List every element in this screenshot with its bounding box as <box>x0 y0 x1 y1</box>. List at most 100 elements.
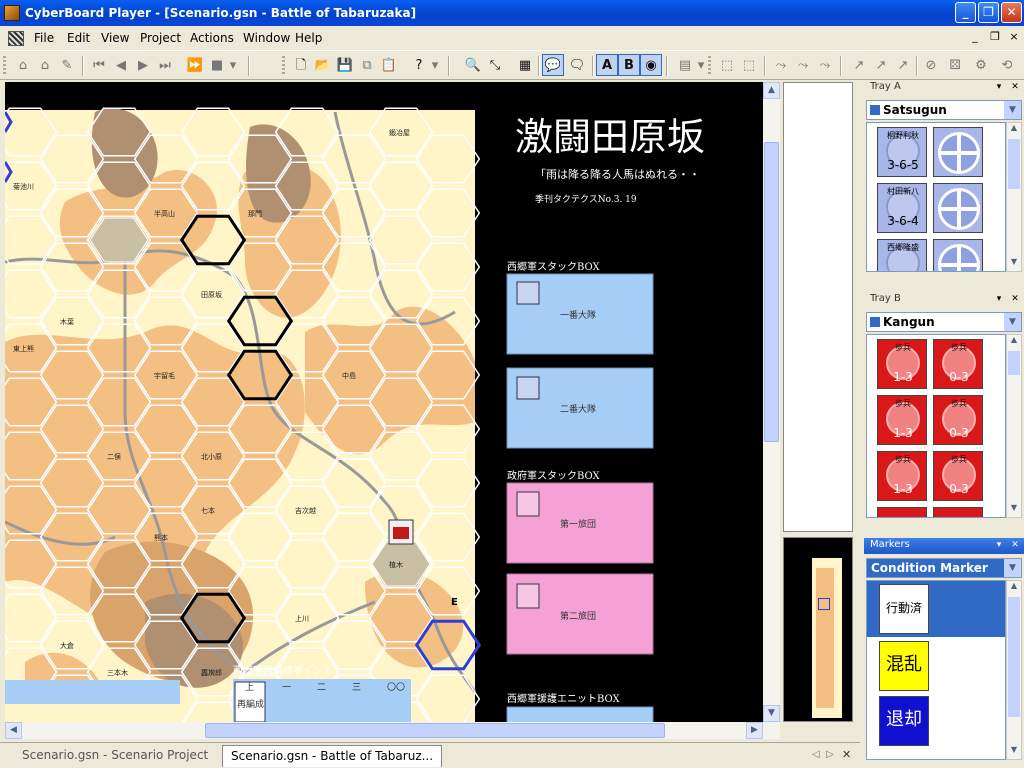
tab-close-icon[interactable]: ✕ <box>842 748 851 761</box>
map-horizontal-scrollbar[interactable]: ◀ ▶ <box>5 722 780 739</box>
tools-icon[interactable]: ✎ <box>56 55 78 77</box>
tab-scroll-right-icon[interactable]: ▷ <box>826 749 834 760</box>
markers-close-icon[interactable]: ✕ <box>1009 539 1021 551</box>
marker-confused[interactable]: 混乱 <box>879 641 929 691</box>
mdi-restore-button[interactable]: ❐ <box>988 30 1002 43</box>
help-pointer-icon[interactable]: ? <box>408 55 430 77</box>
plot-cancel-icon[interactable]: ⤳ <box>814 55 836 77</box>
speech-icon[interactable]: 💬 <box>542 54 564 76</box>
tray-b-unit-4[interactable]: 歩兵 1-3 <box>877 451 927 501</box>
tray-b-unit-0[interactable]: 歩兵 1-3 <box>877 339 927 389</box>
stack-box-saigo[interactable]: 西郷軍スタックBOX 一番大隊 二番大隊 <box>506 261 654 449</box>
scroll-right-button[interactable]: ▶ <box>746 722 763 739</box>
markers-list[interactable]: 行動済 混乱 退却 <box>866 580 1006 760</box>
plot-check-icon[interactable]: ⤳ <box>792 55 814 77</box>
menu-project[interactable]: Project <box>140 31 181 45</box>
menu-edit[interactable]: Edit <box>67 31 90 45</box>
menu-view[interactable]: View <box>101 31 129 45</box>
dropdown-arrow-icon[interactable]: ▾ <box>226 55 240 77</box>
unlock-icon[interactable]: ⌂ <box>34 55 56 77</box>
mdi-minimize-button[interactable]: _ <box>968 30 982 43</box>
copy-icon[interactable]: ⧉ <box>356 55 378 77</box>
tray-b-menu-icon[interactable]: ▾ <box>993 293 1005 305</box>
plot-icon[interactable]: ⤳ <box>770 55 792 77</box>
tray-b-scrollbar[interactable]: ▲ ▼ <box>1006 334 1022 518</box>
tray-a-unit-0[interactable]: 桐野利秋 3-6-5 <box>877 127 927 177</box>
markers-scrollbar[interactable]: ▲ ▼ <box>1006 580 1022 760</box>
dropdown-arrow-icon[interactable]: ▾ <box>428 55 442 77</box>
document-icon[interactable] <box>8 31 24 46</box>
settings-icon[interactable]: ⚙ <box>970 55 992 77</box>
hscroll-thumb[interactable] <box>205 723 665 738</box>
move-icon[interactable]: ⬚ <box>716 55 738 77</box>
prev-move-icon[interactable]: ◀ <box>110 55 132 77</box>
tray-a-select[interactable]: Satsugun ▼ <box>866 100 1022 120</box>
text-b-icon[interactable]: B <box>618 54 640 76</box>
menu-help[interactable]: Help <box>295 31 322 45</box>
mini-map[interactable] <box>783 537 853 722</box>
tray-a-unit-1-back[interactable] <box>933 183 983 233</box>
tray-a-unit-2[interactable]: 西郷隆盛 v <box>877 239 927 271</box>
tray-a-unit-0-back[interactable] <box>933 127 983 177</box>
last-move-icon[interactable]: ⏭ <box>154 55 176 77</box>
tray-a-scrollbar[interactable]: ▲ ▼ <box>1006 122 1022 272</box>
tray-b-unit-2[interactable]: 歩兵 1-3 <box>877 395 927 445</box>
close-button[interactable]: ✕ <box>1001 2 1022 23</box>
side-view-pane[interactable] <box>783 82 853 532</box>
stack-box-reinforce[interactable]: 西郷軍援護エニットBOX <box>506 692 654 722</box>
tray-b-unit-5[interactable]: 歩兵 0-3 <box>933 451 983 501</box>
arrow-icon[interactable]: ↗ <box>848 55 870 77</box>
stop-icon[interactable]: ■ <box>206 55 228 77</box>
menu-window[interactable]: Window <box>243 31 290 45</box>
fast-forward-icon[interactable]: ⏩ <box>184 55 206 77</box>
first-move-icon[interactable]: ⏮ <box>88 55 110 77</box>
tray-b-unit-partial[interactable] <box>877 507 927 517</box>
grid-icon[interactable]: ▦ <box>514 55 536 77</box>
zoom-icon[interactable]: 🔍 <box>462 55 484 77</box>
save-icon[interactable]: 💾 <box>334 55 356 77</box>
chevron-down-icon[interactable]: ▼ <box>1004 101 1021 119</box>
open-folder-icon[interactable]: 📂 <box>312 55 334 77</box>
counter-on-map[interactable] <box>388 519 414 545</box>
eye-icon[interactable]: ◉ <box>640 54 662 76</box>
app-icon[interactable] <box>4 5 20 21</box>
text-a-icon[interactable]: A <box>596 54 618 76</box>
tray-a-unit-1[interactable]: 村田新八 3-6-4 <box>877 183 927 233</box>
scroll-thumb[interactable] <box>764 142 779 442</box>
paste-icon[interactable]: 📋 <box>378 55 400 77</box>
new-file-icon[interactable]: 🗋 <box>290 55 312 77</box>
tab-scroll-left-icon[interactable]: ◁ <box>812 749 820 760</box>
scroll-up-button[interactable]: ▲ <box>763 82 780 99</box>
hide-icon[interactable]: ⊘ <box>920 55 942 77</box>
chevron-down-icon[interactable]: ▼ <box>1004 559 1021 577</box>
restore-button[interactable]: ❐ <box>978 2 999 23</box>
dropdown-arrow-icon[interactable]: ▾ <box>694 55 708 77</box>
marker-acted[interactable]: 行動済 <box>879 584 929 634</box>
map-canvas[interactable]: 菊池川木葉田原坂二俣植木古次郎東上熊那門中島高川吉次越七本大倉熊本半高山北小原三… <box>5 82 763 722</box>
game-map[interactable]: 菊池川 木葉 田原坂 二俣 植木 古次郎 東上熊 那門 中島 高川 吉次越 七本 大倉 熊本 半高山 北小原三… <box>5 82 763 722</box>
tray-b-select[interactable]: Kangun ▼ <box>866 312 1022 332</box>
markers-select[interactable]: Condition Marker ▼ <box>866 558 1022 578</box>
scale-icon[interactable]: ⤡ <box>484 55 506 77</box>
menu-file[interactable]: File <box>34 31 54 45</box>
dice-icon[interactable]: ⚄ <box>944 55 966 77</box>
scroll-left-button[interactable]: ◀ <box>5 722 22 739</box>
stack-box-government[interactable]: 政府軍スタックBOX 第一旅団 第二旅団 <box>506 469 654 655</box>
hex-e-marker[interactable]: E <box>451 597 458 608</box>
stack-icon[interactable]: ▤ <box>674 55 696 77</box>
next-move-icon[interactable]: ▶ <box>132 55 154 77</box>
reset-icon[interactable]: ⟲ <box>996 55 1018 77</box>
bubble-icon[interactable]: 🗨 <box>566 55 588 77</box>
tray-b-close-icon[interactable]: ✕ <box>1009 293 1021 305</box>
tray-a-menu-icon[interactable]: ▾ <box>993 81 1005 93</box>
minimize-button[interactable]: _ <box>955 2 976 23</box>
mdi-close-button[interactable]: × <box>1007 30 1021 43</box>
tray-a-pieces[interactable]: 桐野利秋 3-6-5 村田新八 3-6-4 西郷隆盛 v <box>866 122 1006 272</box>
map-vertical-scrollbar[interactable]: ▲ ▼ <box>763 82 780 722</box>
marker-retreat[interactable]: 退却 <box>879 696 929 746</box>
tray-a-close-icon[interactable]: ✕ <box>1009 81 1021 93</box>
tray-a-unit-2-back[interactable] <box>933 239 983 271</box>
tray-b-unit-1[interactable]: 歩兵 0-3 <box>933 339 983 389</box>
tray-b-unit-3[interactable]: 歩兵 0-3 <box>933 395 983 445</box>
tray-b-unit-partial-2[interactable] <box>933 507 983 517</box>
